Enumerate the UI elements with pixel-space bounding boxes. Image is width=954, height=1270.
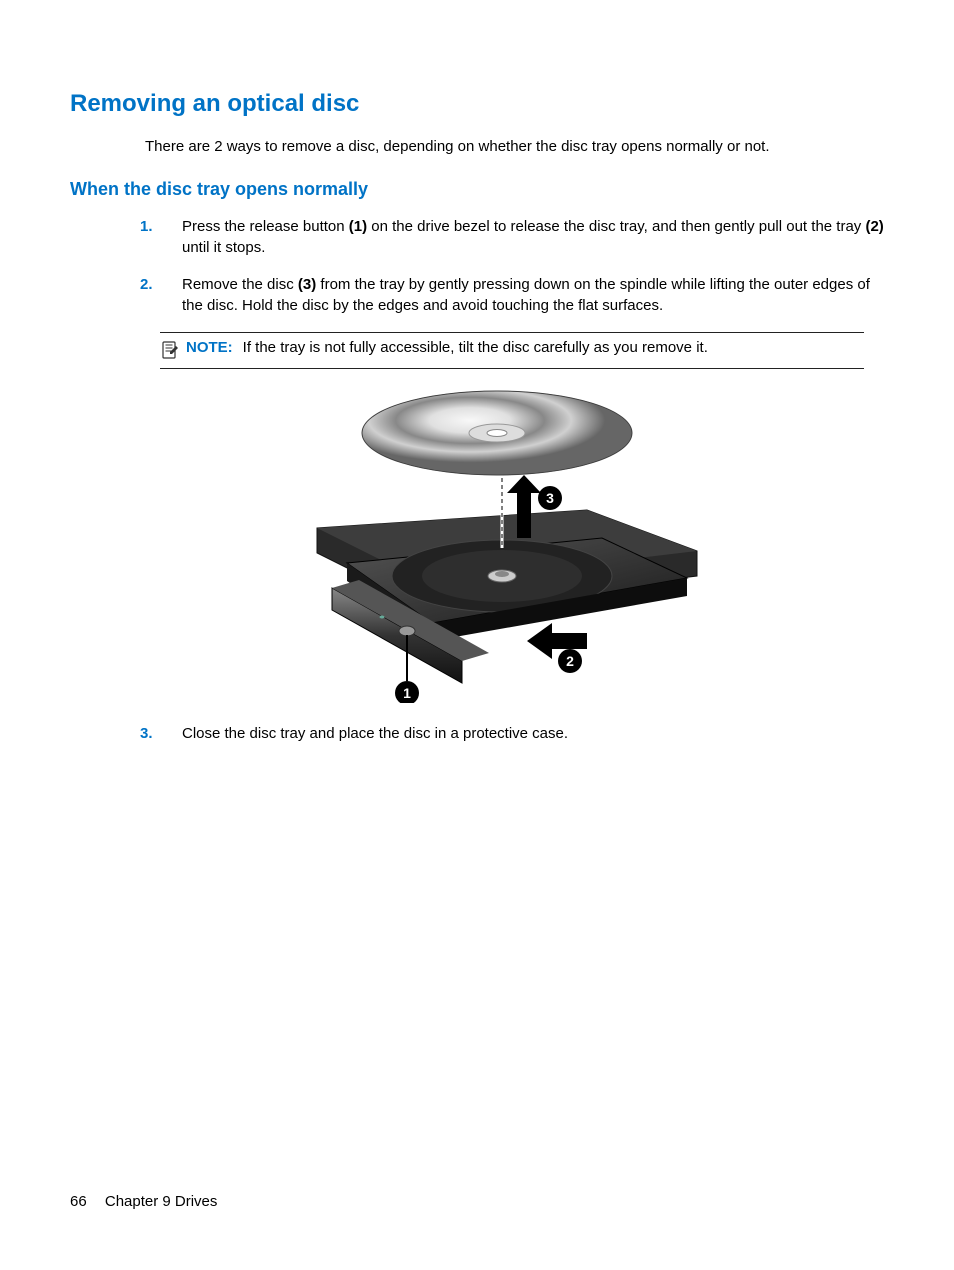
step-3: 3. Close the disc tray and place the dis… bbox=[140, 723, 884, 744]
note-text: NOTE:If the tray is not fully accessible… bbox=[186, 339, 708, 356]
step-number: 1. bbox=[140, 216, 182, 258]
svg-text:3: 3 bbox=[546, 490, 554, 506]
intro-text: There are 2 ways to remove a disc, depen… bbox=[145, 136, 884, 157]
callout-2: 2 bbox=[558, 649, 582, 673]
callout-3: 3 bbox=[538, 486, 562, 510]
page-number: 66 bbox=[70, 1193, 87, 1210]
chapter-title: Chapter 9 Drives bbox=[105, 1193, 218, 1210]
svg-text:1: 1 bbox=[403, 685, 411, 701]
illustration: 1 2 3 bbox=[70, 383, 884, 703]
svg-text:2: 2 bbox=[566, 653, 574, 669]
page-footer: 66 Chapter 9 Drives bbox=[70, 1193, 217, 1210]
step-body: Close the disc tray and place the disc i… bbox=[182, 723, 884, 744]
step-1: 1. Press the release button (1) on the d… bbox=[140, 216, 884, 258]
step-2: 2. Remove the disc (3) from the tray by … bbox=[140, 274, 884, 316]
step-number: 2. bbox=[140, 274, 182, 316]
step-body: Press the release button (1) on the driv… bbox=[182, 216, 884, 258]
subheading: When the disc tray opens normally bbox=[70, 179, 884, 200]
optical-drive-illustration: 1 2 3 bbox=[227, 383, 727, 703]
step-number: 3. bbox=[140, 723, 182, 744]
step-body: Remove the disc (3) from the tray by gen… bbox=[182, 274, 884, 316]
page-heading: Removing an optical disc bbox=[70, 90, 884, 118]
note-block: NOTE:If the tray is not fully accessible… bbox=[160, 332, 864, 369]
note-icon bbox=[160, 340, 180, 360]
